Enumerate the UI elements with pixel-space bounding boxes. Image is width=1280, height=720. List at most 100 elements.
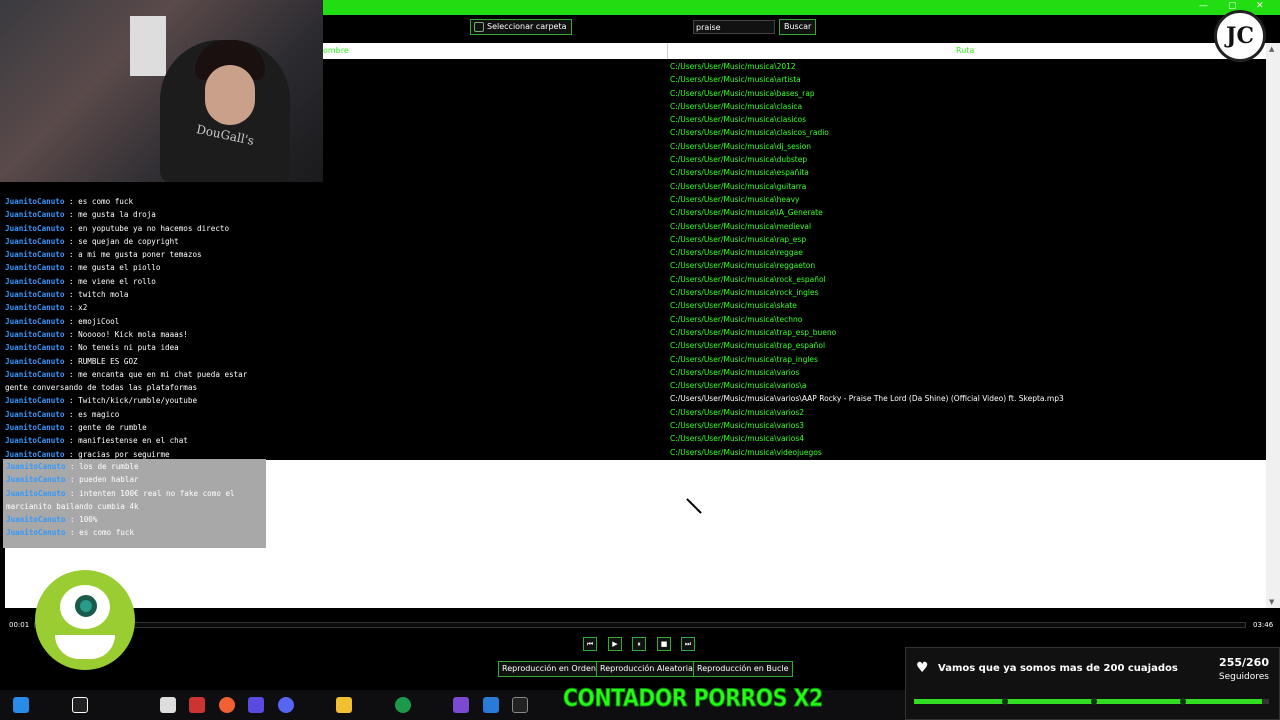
table-row[interactable]: C:/Users/User/Music/musica\guitarra bbox=[670, 180, 1064, 193]
table-row[interactable]: C:/Users/User/Music/musica\dubstep bbox=[670, 153, 1064, 166]
table-row[interactable]: C:/Users/User/Music/musica\clasicos_radi… bbox=[670, 126, 1064, 139]
table-row[interactable]: C:/Users/User/Music/musica\heavy bbox=[670, 193, 1064, 206]
scroll-up-icon[interactable]: ▲ bbox=[1269, 45, 1274, 53]
chat-username: JuanitoCanuto bbox=[5, 290, 65, 300]
stop-button[interactable]: ■ bbox=[657, 637, 671, 651]
chat-username: JuanitoCanuto bbox=[5, 210, 65, 220]
table-row[interactable]: C:/Users/User/Music/musica\IA_Generate bbox=[670, 206, 1064, 219]
table-row[interactable]: C:/Users/User/Music/musica\bases_rap bbox=[670, 87, 1064, 100]
play-loop-button[interactable]: Reproducción en Bucle bbox=[693, 661, 793, 677]
previous-button[interactable]: ⏮ bbox=[583, 637, 597, 651]
app-icon[interactable] bbox=[248, 697, 264, 713]
chat-username: JuanitoCanuto bbox=[5, 263, 65, 273]
chat-message: JuanitoCanuto : los de rumble bbox=[6, 460, 263, 473]
minimize-icon[interactable]: — bbox=[1199, 1, 1208, 11]
chat-username: JuanitoCanuto bbox=[5, 369, 65, 379]
table-row[interactable]: C:/Users/User/Music/musica\españita bbox=[670, 166, 1064, 179]
channel-logo: JC bbox=[1214, 10, 1266, 62]
chat-username: JuanitoCanuto bbox=[5, 329, 65, 339]
app-icon[interactable] bbox=[189, 697, 205, 713]
column-divider[interactable] bbox=[667, 43, 668, 59]
table-row[interactable]: C:/Users/User/Music/musica\reggaeton bbox=[670, 259, 1064, 272]
playback-progress-bar[interactable] bbox=[34, 622, 1246, 628]
chat-message: JuanitoCanuto : RUMBLE ES GOZ bbox=[5, 355, 325, 368]
chat-text: : se quejan de copyright bbox=[69, 236, 179, 246]
chat-username: JuanitoCanuto bbox=[5, 316, 65, 326]
chat-text: : gente de rumble bbox=[69, 423, 147, 433]
select-folder-label: Seleccionar carpeta bbox=[487, 22, 567, 31]
vscode-icon[interactable] bbox=[483, 697, 499, 713]
visual-studio-icon[interactable] bbox=[453, 697, 469, 713]
chat-text: : emojiCool bbox=[69, 316, 120, 326]
chat-overlay: JuanitoCanuto : es como fuck JuanitoCanut… bbox=[5, 195, 325, 461]
discord-icon[interactable] bbox=[278, 697, 294, 713]
chat-username: JuanitoCanuto bbox=[6, 528, 66, 538]
table-row[interactable]: C:/Users/User/Music/musica\trap_ingles bbox=[670, 353, 1064, 366]
chat-text: : es como fuck bbox=[69, 197, 134, 206]
table-row[interactable]: C:/Users/User/Music/musica\varios3 bbox=[670, 419, 1064, 432]
chat-message: JuanitoCanuto : No teneis ni puta idea bbox=[5, 341, 325, 354]
app-icon[interactable] bbox=[72, 697, 88, 713]
table-row[interactable]: C:/Users/User/Music/musica\videojuegos bbox=[670, 446, 1064, 459]
windows-start-icon[interactable] bbox=[13, 697, 29, 713]
chat-username: JuanitoCanuto bbox=[5, 236, 65, 246]
table-row[interactable]: C:/Users/User/Music/musica\dj_sesion bbox=[670, 140, 1064, 153]
table-row[interactable]: C:/Users/User/Music/musica\2012 bbox=[670, 60, 1064, 73]
chat-message: JuanitoCanuto : emojiCool bbox=[5, 315, 325, 328]
table-row[interactable]: C:/Users/User/Music/musica\varios2 bbox=[670, 406, 1064, 419]
search-button[interactable]: Buscar bbox=[779, 19, 817, 35]
table-row[interactable]: C:/Users/User/Music/musica\rock_español bbox=[670, 273, 1064, 286]
chat-text: : RUMBLE ES GOZ bbox=[69, 356, 138, 366]
webcam-overlay: DouGall's bbox=[0, 0, 323, 182]
file-explorer-icon[interactable] bbox=[336, 697, 352, 713]
chat-text: : me gusta la droja bbox=[69, 210, 156, 220]
table-row[interactable]: C:/Users/User/Music/musica\clasica bbox=[670, 100, 1064, 113]
table-row[interactable]: C:/Users/User/Music/musica\rap_esp bbox=[670, 233, 1064, 246]
play-order-button[interactable]: Reproducción en Orden bbox=[498, 661, 600, 677]
close-icon[interactable]: ✕ bbox=[1256, 1, 1264, 11]
table-row[interactable]: C:/Users/User/Music/musica\trap_español bbox=[670, 339, 1064, 352]
search-input[interactable] bbox=[693, 20, 775, 34]
vertical-scrollbar[interactable]: ▲ ▼ bbox=[1266, 43, 1280, 608]
table-row[interactable]: C:/Users/User/Music/musica\medieval bbox=[670, 220, 1064, 233]
table-row[interactable]: C:/Users/User/Music/musica\rock_ingles bbox=[670, 286, 1064, 299]
scroll-down-icon[interactable]: ▼ bbox=[1269, 598, 1274, 606]
chat-username: JuanitoCanuto bbox=[5, 303, 65, 313]
play-button[interactable]: ▶ bbox=[608, 637, 622, 651]
goal-message: Vamos que ya somos mas de 200 cuajados bbox=[938, 663, 1178, 674]
column-header-path[interactable]: Ruta bbox=[956, 46, 974, 55]
chat-message: JuanitoCanuto : twitch mola bbox=[5, 288, 325, 301]
next-button[interactable]: ⏭ bbox=[681, 637, 695, 651]
milestone-dot bbox=[1002, 698, 1008, 705]
play-random-button[interactable]: Reproducción Aleatoria bbox=[596, 661, 697, 677]
app-icon[interactable] bbox=[219, 697, 235, 713]
mike-wazowski-image bbox=[20, 565, 140, 680]
chat-username: JuanitoCanuto bbox=[5, 250, 65, 260]
chat-text: : manifiestense en el chat bbox=[69, 436, 188, 446]
app-icon[interactable] bbox=[395, 697, 411, 713]
pause-button[interactable]: ⏸ bbox=[632, 637, 646, 651]
table-row[interactable]: C:/Users/User/Music/musica\varios bbox=[670, 366, 1064, 379]
notepad-icon[interactable] bbox=[160, 697, 176, 713]
table-row[interactable]: C:/Users/User/Music/musica\techno bbox=[670, 313, 1064, 326]
file-table: Nombre Ruta C:/Users/User/Music/musica\2… bbox=[317, 43, 1266, 460]
streamer-face bbox=[205, 65, 255, 125]
table-header: Nombre Ruta bbox=[317, 43, 1266, 59]
chat-message: JuanitoCanuto : intenten 100€ real no fa… bbox=[6, 487, 256, 514]
table-row[interactable]: C:/Users/User/Music/musica\clasicos bbox=[670, 113, 1064, 126]
table-row[interactable]: C:/Users/User/Music/musica\varios4 bbox=[670, 432, 1064, 445]
table-row[interactable]: C:/Users/User/Music/musica\varios\a bbox=[670, 379, 1064, 392]
chat-username: JuanitoCanuto bbox=[5, 396, 65, 406]
app-icon[interactable] bbox=[512, 697, 528, 713]
select-folder-button[interactable]: Seleccionar carpeta bbox=[470, 19, 572, 35]
table-row[interactable]: C:/Users/User/Music/musica\varios\AAP Ro… bbox=[670, 392, 1064, 405]
app-titlebar: — ▢ ✕ bbox=[323, 0, 1280, 15]
table-row[interactable]: C:/Users/User/Music/musica\skate bbox=[670, 299, 1064, 312]
chat-text: : a mi me gusta poner temazos bbox=[69, 250, 202, 260]
chat-message: JuanitoCanuto : Twitch/kick/rumble/youtu… bbox=[5, 394, 325, 407]
table-row[interactable]: C:/Users/User/Music/musica\reggae bbox=[670, 246, 1064, 259]
chat-username: JuanitoCanuto bbox=[5, 356, 65, 366]
chat-message: JuanitoCanuto : me viene el rollo bbox=[5, 275, 325, 288]
table-row[interactable]: C:/Users/User/Music/musica\artista bbox=[670, 73, 1064, 86]
table-row[interactable]: C:/Users/User/Music/musica\trap_esp_buen… bbox=[670, 326, 1064, 339]
